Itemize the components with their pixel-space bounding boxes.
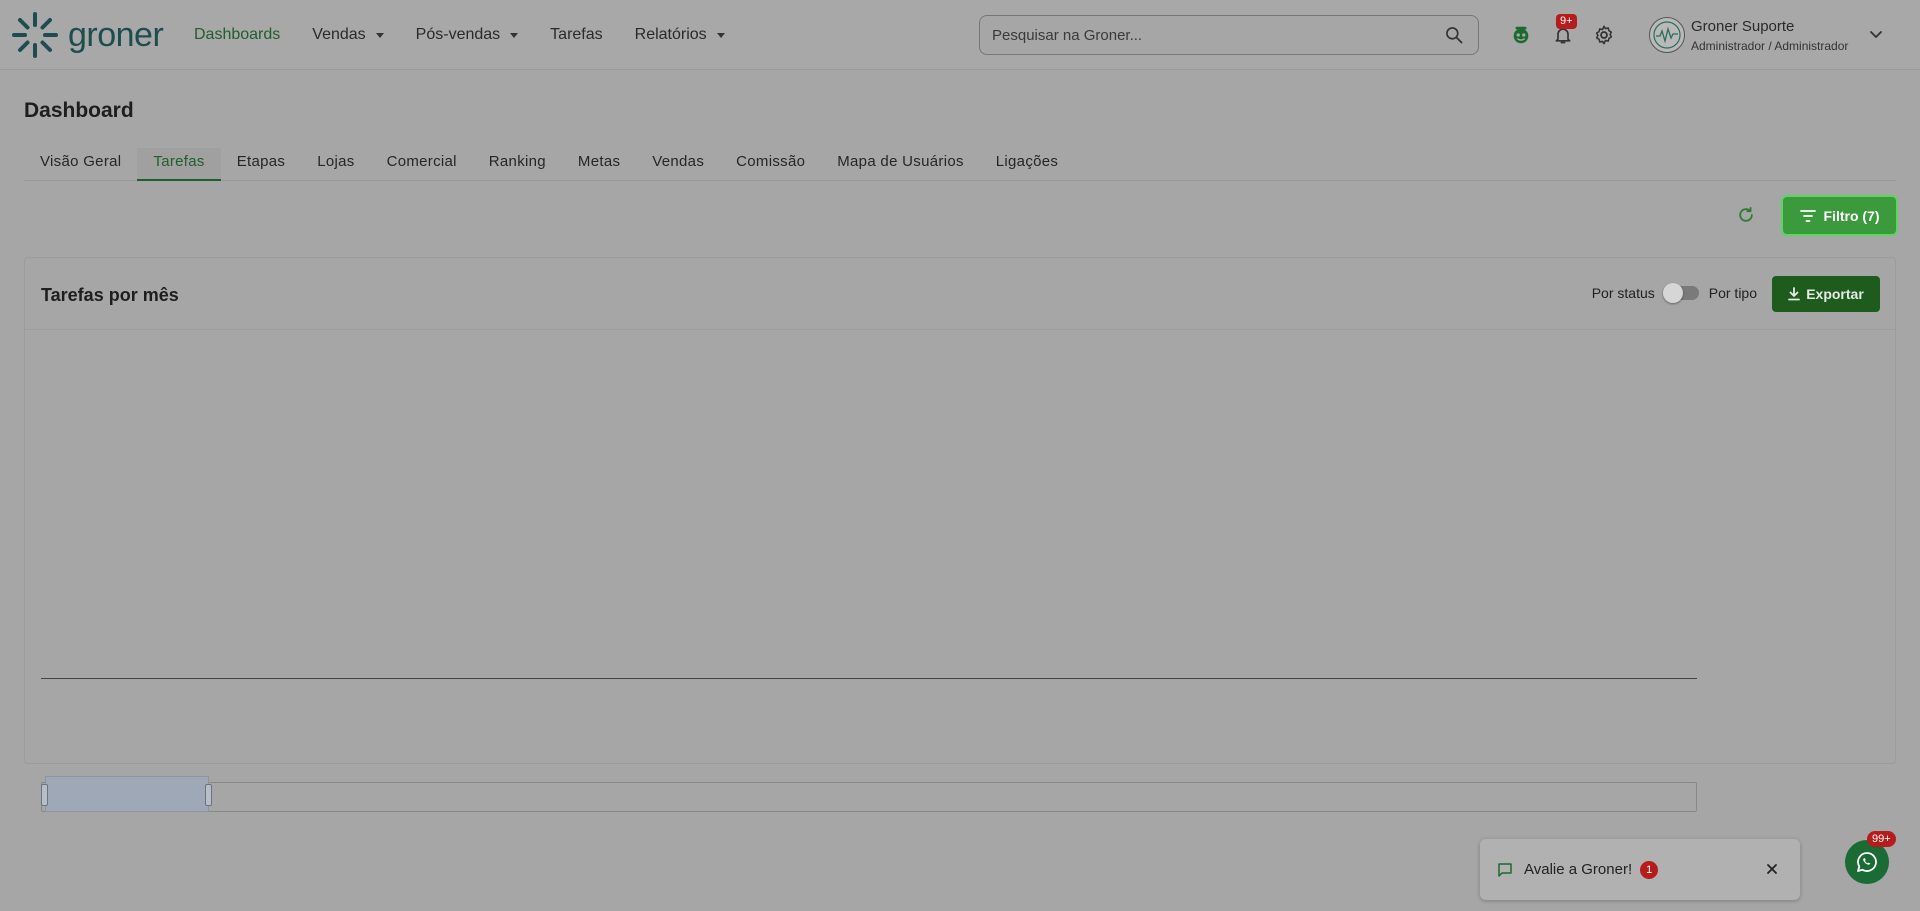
tab-comissao[interactable]: Comissão (720, 148, 821, 181)
nav-item-dashboards[interactable]: Dashboards (194, 26, 280, 44)
nav-item-relatorios[interactable]: Relatórios (635, 26, 725, 44)
search-input[interactable] (992, 26, 1442, 44)
groner-logo[interactable]: groner (10, 10, 164, 60)
chevron-down-icon[interactable] (1868, 26, 1884, 47)
close-icon[interactable] (1762, 859, 1782, 879)
user-menu[interactable]: Groner Suporte Administrador / Administr… (1649, 14, 1848, 56)
filter-list-icon (1799, 209, 1816, 222)
tab-lojas[interactable]: Lojas (301, 148, 370, 181)
toggle-label-status: Por status (1591, 285, 1655, 301)
chat-bubble-icon (1498, 862, 1512, 877)
nav-item-label: Vendas (312, 26, 366, 43)
settings-gear-icon[interactable] (1589, 20, 1619, 50)
status-type-switch[interactable] (1662, 283, 1699, 303)
tab-ligacoes[interactable]: Ligações (980, 148, 1074, 181)
toast-text: Avalie a Groner! (1524, 861, 1633, 878)
export-button[interactable]: Exportar (1772, 276, 1880, 312)
tab-ranking[interactable]: Ranking (473, 148, 562, 181)
search-box (979, 15, 1479, 55)
filter-button[interactable]: Filtro (7) (1783, 197, 1896, 234)
nav-item-label: Dashboards (194, 26, 281, 43)
tab-visao-geral[interactable]: Visão Geral (24, 148, 137, 181)
filter-button-label: Filtro (7) (1823, 207, 1880, 224)
nav-item-pos-vendas[interactable]: Pós-vendas (416, 26, 519, 44)
toast-count-badge: 1 (1640, 860, 1659, 879)
export-button-label: Exportar (1806, 286, 1864, 302)
zoom-handle-left[interactable] (41, 784, 48, 806)
user-name: Groner Suporte (1691, 17, 1795, 35)
refresh-icon[interactable] (1734, 203, 1758, 227)
caret-down-icon (510, 32, 519, 38)
nav-item-label: Relatórios (634, 26, 707, 43)
main-nav: Dashboards Vendas Pós-vendas Tarefas Rel… (194, 0, 757, 70)
avatar (1649, 17, 1685, 53)
card-title: Tarefas por mês (41, 285, 179, 305)
whatsapp-icon (1857, 852, 1877, 872)
assistant-bot-icon[interactable] (1506, 20, 1536, 50)
toggle-label-type: Por tipo (1708, 285, 1757, 301)
dashboard-tabs: Visão Geral Tarefas Etapas Lojas Comerci… (24, 148, 1896, 181)
search-icon[interactable] (1442, 23, 1466, 47)
card-header: Tarefas por mês Por status Por tipo Expo… (25, 258, 1895, 330)
chart-x-axis (41, 678, 1697, 679)
tab-vendas[interactable]: Vendas (636, 148, 720, 181)
nav-item-label: Pós-vendas (415, 26, 501, 43)
page-title: Dashboard (24, 99, 134, 122)
tab-etapas[interactable]: Etapas (221, 148, 302, 181)
tab-metas[interactable]: Metas (562, 148, 636, 181)
caret-down-icon (716, 32, 725, 38)
nav-item-tarefas[interactable]: Tarefas (550, 26, 602, 44)
nav-item-label: Tarefas (550, 26, 603, 43)
chart-zoom-window[interactable] (45, 776, 209, 812)
tasks-chart (41, 330, 1697, 812)
chart-zoom-slider[interactable] (41, 782, 1697, 812)
tasks-per-month-card: Tarefas por mês Por status Por tipo Expo… (24, 257, 1896, 812)
caret-down-icon (375, 32, 384, 38)
notification-count-badge: 9+ (1556, 14, 1577, 29)
rating-toast[interactable]: Avalie a Groner! 1 (1480, 839, 1800, 900)
tab-mapa-de-usuarios[interactable]: Mapa de Usuários (821, 148, 980, 181)
brand-name: groner (68, 15, 164, 54)
user-role: Administrador / Administrador (1691, 38, 1849, 53)
tab-tarefas[interactable]: Tarefas (137, 148, 221, 181)
nav-item-vendas[interactable]: Vendas (312, 26, 384, 44)
groner-logo-icon (12, 12, 58, 58)
whatsapp-count-badge: 99+ (1867, 831, 1896, 847)
zoom-handle-right[interactable] (205, 784, 212, 806)
download-icon (1788, 287, 1801, 301)
tab-comercial[interactable]: Comercial (371, 148, 473, 181)
switch-knob (1662, 283, 1683, 303)
status-type-toggle: Por status Por tipo (1591, 283, 1757, 303)
top-bar: groner Dashboards Vendas Pós-vendas Tare… (0, 0, 1920, 70)
